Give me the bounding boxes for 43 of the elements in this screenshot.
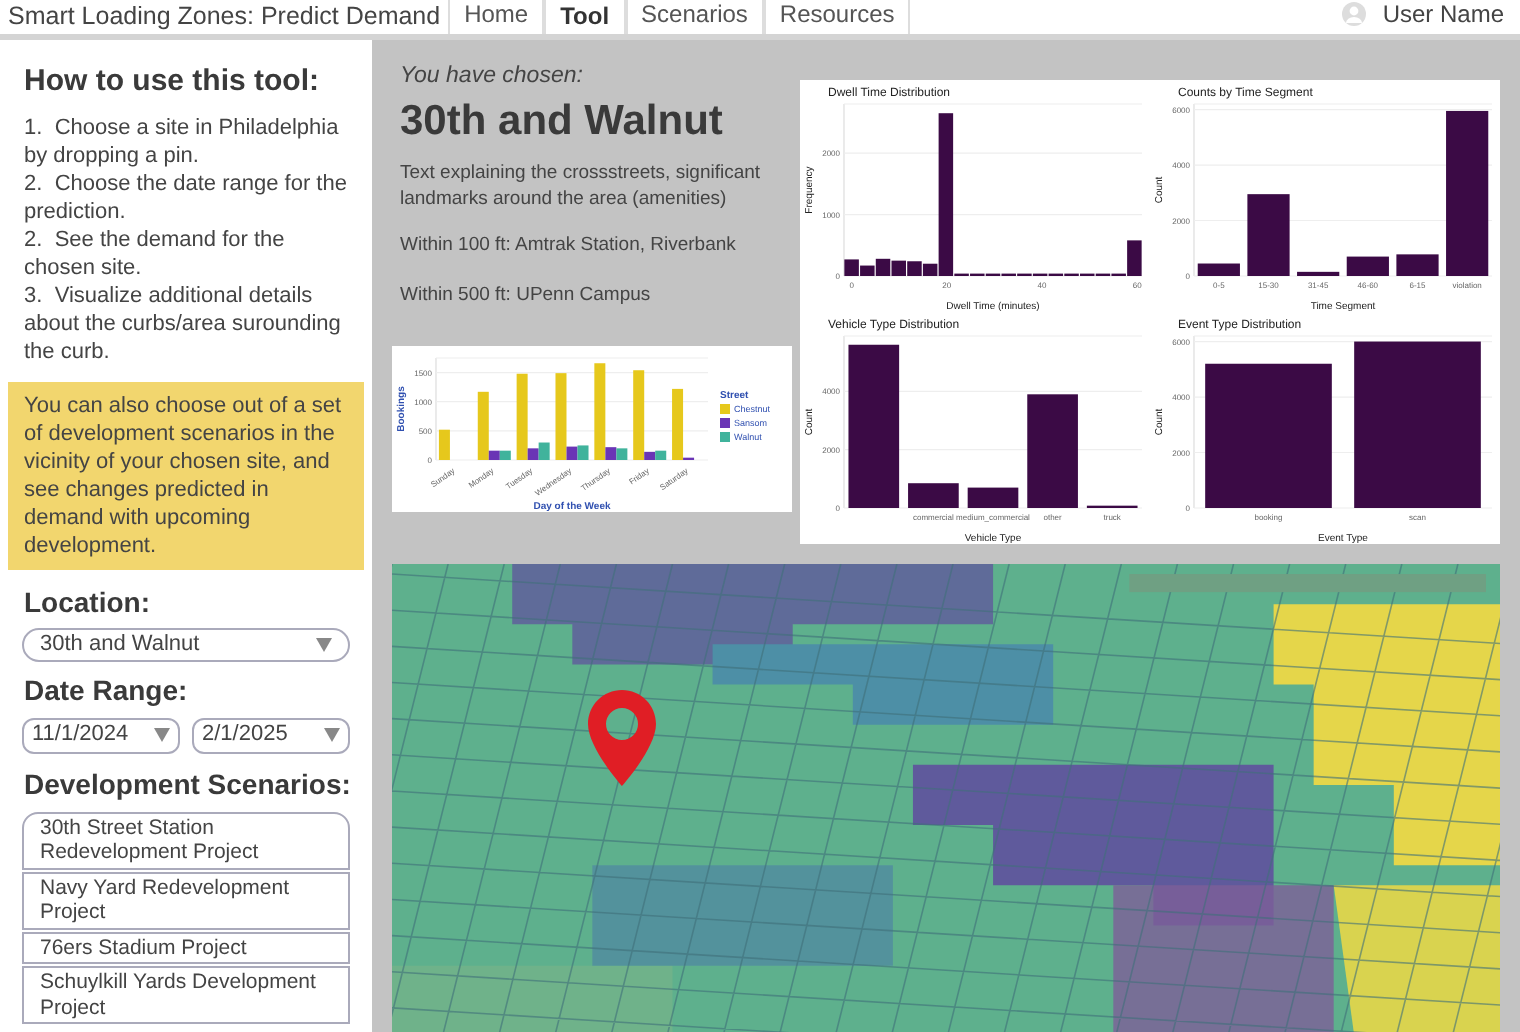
location-dropdown[interactable]: 30th and Walnut [22, 627, 350, 661]
instruction-step: 2. See the demand for the chosen site. [24, 225, 348, 281]
chart-bar [438, 429, 450, 460]
chart-bar [967, 487, 1019, 508]
nav-tab[interactable]: Home [448, 0, 545, 34]
nav-tab[interactable]: Scenarios [625, 0, 764, 34]
chart-bar [1197, 263, 1240, 276]
chart-bar [1396, 254, 1439, 276]
instruction-step: 3. Visualize additional details about the curbs/area surounding the curb. [24, 281, 348, 365]
nearby-text: Within 100 ft: Amtrak Station, Riverbank [400, 232, 738, 261]
map-pin-icon [588, 690, 656, 786]
field-label: Date Range: [22, 671, 190, 710]
user-name: User Name [1382, 0, 1504, 32]
legend-swatch [720, 403, 730, 414]
chart-bar [1297, 271, 1340, 276]
scenario-item[interactable]: 30th Street Station Redevelopment Project [22, 811, 350, 869]
field-label: Location: [22, 583, 152, 621]
field-label: Development Scenarios: [22, 765, 353, 804]
intro-text: You have chosen: [400, 62, 585, 92]
chart-bar [1027, 394, 1078, 508]
caret-icon [154, 728, 170, 742]
start-date-dropdown[interactable]: 11/1/2024 [22, 717, 180, 753]
chart-bar [908, 483, 959, 508]
nearby-text: Within 500 ft: UPenn Campus [400, 281, 653, 309]
scenario-note: You can also choose out of a set of development scenarios in the vicinity of your chosen site, and see changes predicted in demand with upcoming development. [8, 381, 364, 569]
caret-icon [316, 637, 332, 651]
scenario-item[interactable]: 76ers Stadium Project [22, 931, 350, 964]
app-title: Smart Loading Zones: Predict Demand [6, 0, 443, 34]
nav-tab[interactable]: Tool [544, 0, 626, 34]
chart-bar [1346, 256, 1389, 276]
chart-bar [1247, 194, 1290, 276]
end-date-dropdown[interactable]: 2/1/2025 [192, 717, 350, 753]
nav-tab[interactable]: Resources [763, 0, 911, 34]
legend-swatch [720, 431, 730, 442]
section-heading: How to use this tool: [22, 62, 321, 102]
site-name: 30th and Walnut [400, 96, 725, 149]
legend-swatch [720, 417, 730, 428]
scenario-item[interactable]: Schuylkill Yards Development Project [22, 966, 350, 1024]
site-description: Text explaining the crossstreets, significant landmarks around the area (amenities) [400, 160, 763, 213]
instruction-step: 2. Choose the date range for the prediction. [24, 169, 348, 225]
scenario-item[interactable]: Navy Yard Redevelopment Project [22, 871, 350, 929]
instruction-step: 1. Choose a site in Philadelphia by dropping a pin. [24, 113, 348, 169]
caret-icon [324, 728, 340, 742]
